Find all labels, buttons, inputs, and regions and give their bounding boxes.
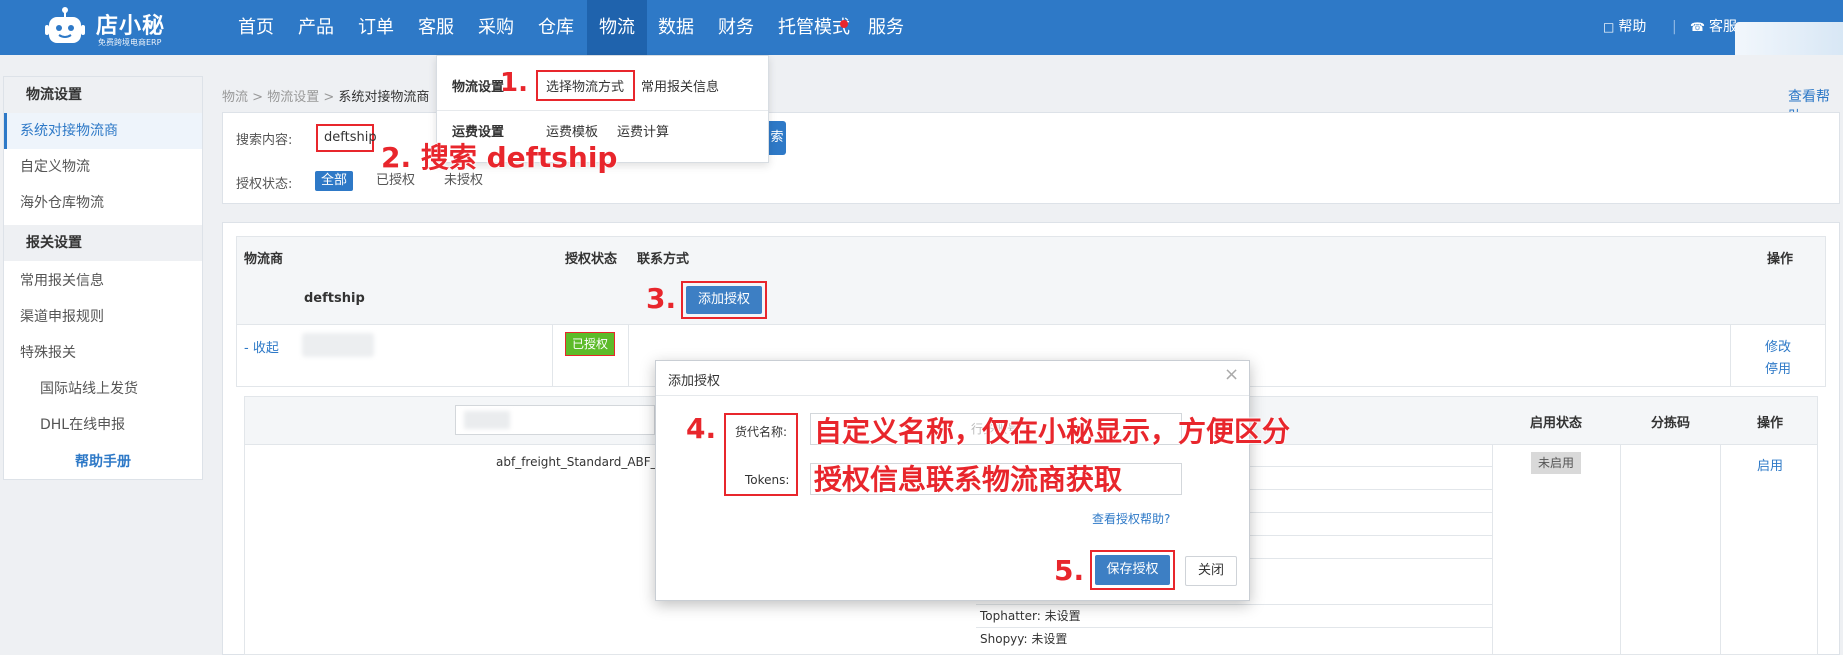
dropdown-freight-calculator[interactable]: 运费计算 [617, 121, 669, 140]
add-auth-button[interactable]: 添加授权 [686, 286, 762, 314]
service-name: abf_freight_Standard_ABF_ [496, 455, 657, 469]
col-service-actions: 操作 [1757, 416, 1784, 431]
search-input[interactable]: deftship [316, 124, 377, 152]
platform-value: 未设置 [1044, 609, 1081, 623]
platform-name: Shopyy: [980, 632, 1028, 646]
redacted-text [464, 411, 510, 429]
divider: | [1672, 19, 1677, 35]
enable-link[interactable]: 启用 [1757, 455, 1783, 474]
sidebar-item-dhl[interactable]: DHL在线申报 [4, 407, 202, 443]
help-link[interactable]: □ 帮助 [1603, 0, 1646, 55]
table-header [236, 236, 1826, 278]
col-contact: 联系方式 [637, 252, 690, 267]
help-manual-link[interactable]: 帮助手册 [4, 451, 202, 471]
divider [1720, 445, 1721, 655]
nav-finance[interactable]: 财务 [706, 0, 766, 55]
customer-service-link[interactable]: ☎ 客服 [1690, 0, 1737, 55]
sidebar-item-channel-rules[interactable]: 渠道申报规则 [4, 299, 202, 335]
disable-link[interactable]: 停用 [1765, 358, 1791, 377]
dropdown-common-customs[interactable]: 常用报关信息 [641, 76, 719, 95]
divider [552, 325, 553, 387]
platform-row: Shopyy: 未设置 [976, 627, 1492, 650]
sidebar-item-common-customs[interactable]: 常用报关信息 [4, 263, 202, 299]
book-icon: □ [1603, 20, 1615, 34]
sidebar: 物流设置 系统对接物流商 自定义物流 海外仓库物流 报关设置 常用报关信息 渠道… [3, 76, 203, 480]
breadcrumb-logistics[interactable]: 物流 [222, 90, 248, 105]
sidebar-item-custom-logistics[interactable]: 自定义物流 [4, 149, 202, 185]
breadcrumb: 物流 > 物流设置 > 系统对接物流商 [222, 90, 430, 105]
annotation-name-note: 自定义名称，仅在小秘显示，方便区分 [814, 415, 1291, 448]
nav-purchase[interactable]: 采购 [466, 0, 526, 55]
nav-home[interactable]: 首页 [226, 0, 286, 55]
annotation-step-5: 5. [1054, 554, 1085, 587]
sidebar-item-intl-station[interactable]: 国际站线上发货 [4, 371, 202, 407]
auth-filter-all[interactable]: 全部 [315, 171, 354, 191]
close-modal-button[interactable]: 关闭 [1185, 556, 1237, 586]
nav-logistics[interactable]: 物流 [587, 0, 647, 55]
col-auth-status: 授权状态 [565, 252, 618, 267]
platform-name: Tophatter: [980, 609, 1041, 623]
nav-orders[interactable]: 订单 [346, 0, 406, 55]
notification-dot [840, 20, 848, 28]
search-button[interactable]: 索 [768, 121, 786, 155]
edit-link[interactable]: 修改 [1765, 336, 1791, 355]
forwarder-name-label: 货代名称: [735, 425, 788, 439]
annotation-step-4: 4. [686, 412, 717, 445]
disabled-badge: 未启用 [1531, 452, 1581, 474]
annotation-token-note: 授权信息联系物流商获取 [814, 463, 1123, 496]
nav-warehouse[interactable]: 仓库 [526, 0, 586, 55]
divider [656, 395, 1249, 396]
authorized-badge: 已授权 [565, 332, 615, 356]
divider [628, 325, 629, 387]
table-row [236, 277, 1826, 325]
tokens-label: Tokens: [745, 473, 790, 487]
divider [1730, 325, 1731, 387]
col-enable-status: 启用状态 [1530, 416, 1583, 431]
annotation-step-3: 3. [646, 282, 677, 315]
auth-help-link[interactable]: 查看授权帮助? [1092, 510, 1170, 527]
sidebar-group-logistics: 物流设置 [4, 77, 202, 113]
platform-row: Tophatter: 未设置 [976, 604, 1492, 627]
nav-managed-mode[interactable]: 托管模式 [766, 0, 862, 55]
annotation-step-1: 1. [500, 68, 528, 98]
dropdown-group-logistics: 物流设置 [452, 80, 505, 95]
sidebar-group-customs: 报关设置 [4, 225, 202, 261]
sidebar-item-special-customs[interactable]: 特殊报关 [4, 335, 202, 371]
col-carrier: 物流商 [244, 252, 284, 267]
logo-name: 店小秘 [96, 14, 166, 39]
close-icon[interactable]: × [1224, 364, 1239, 385]
collapse-link[interactable]: - 收起 [244, 337, 279, 356]
headset-icon: ☎ [1690, 20, 1705, 34]
divider [1620, 445, 1621, 655]
dropdown-select-shipping-method[interactable]: 选择物流方式 [546, 76, 624, 95]
search-label: 搜索内容: [236, 133, 293, 148]
logo-tagline: 免费跨境电商ERP [98, 38, 162, 47]
annotation-step-2: 2. 搜索 deftship [381, 141, 618, 174]
divider [1492, 445, 1493, 655]
modal-title: 添加授权 [668, 374, 721, 389]
carrier-name: deftship [304, 291, 365, 306]
col-actions: 操作 [1767, 252, 1794, 267]
robot-logo-icon [45, 7, 85, 43]
redacted-account [302, 333, 374, 357]
auth-filter-label: 授权状态: [236, 177, 293, 192]
breadcrumb-current: 系统对接物流商 [338, 90, 430, 105]
save-auth-button[interactable]: 保存授权 [1095, 555, 1170, 585]
nav-products[interactable]: 产品 [286, 0, 346, 55]
col-sort-code: 分拣码 [1651, 416, 1691, 431]
sidebar-item-integrated-carriers[interactable]: 系统对接物流商 [4, 113, 202, 149]
breadcrumb-settings[interactable]: 物流设置 [267, 90, 319, 105]
nav-customer-service[interactable]: 客服 [406, 0, 466, 55]
nav-services[interactable]: 服务 [856, 0, 916, 55]
nav-data[interactable]: 数据 [646, 0, 706, 55]
sidebar-item-overseas-warehouse[interactable]: 海外仓库物流 [4, 185, 202, 221]
divider [437, 110, 768, 111]
logo[interactable]: 店小秘 免费跨境电商ERP [44, 4, 184, 50]
user-area[interactable] [1735, 22, 1843, 55]
platform-value: 未设置 [1031, 632, 1068, 646]
